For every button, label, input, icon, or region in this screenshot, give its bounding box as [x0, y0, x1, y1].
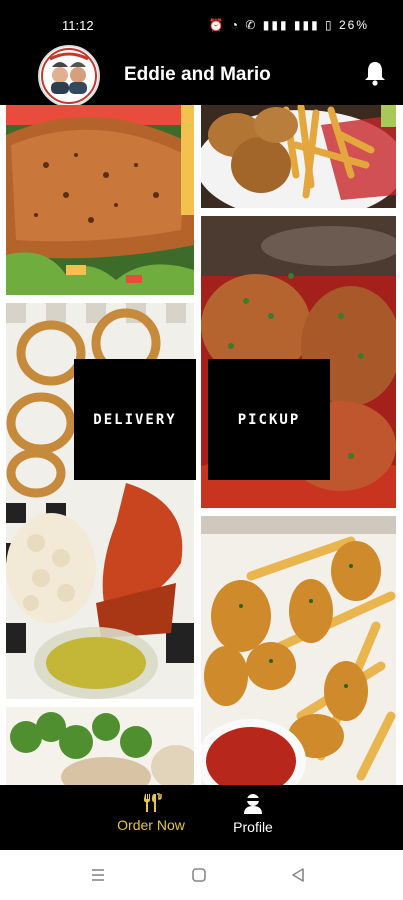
delivery-label: DELIVERY: [93, 411, 177, 428]
pickup-button[interactable]: PICKUP: [208, 359, 330, 480]
profile-label: Profile: [233, 819, 273, 835]
food-image-salmon: [6, 105, 194, 295]
food-image-nuggets-fries: [201, 516, 396, 785]
delivery-button[interactable]: DELIVERY: [74, 359, 196, 480]
system-navigation-bar: [0, 850, 403, 900]
order-now-label: Order Now: [117, 817, 185, 833]
app-header: Eddie and Mario: [0, 45, 403, 107]
status-bar: 11:12 ⏰ ◔ ✆ ▮▮▮ ▮▮▮ ▯ 26%: [0, 0, 403, 50]
status-time: 11:12: [62, 18, 94, 33]
page-title: Eddie and Mario: [124, 64, 271, 85]
cutlery-icon: [144, 793, 162, 812]
restaurant-logo[interactable]: [38, 45, 100, 107]
home-icon[interactable]: [191, 867, 207, 883]
back-icon[interactable]: [290, 867, 306, 883]
food-image-wings-fries: [201, 105, 396, 208]
profile-icon: [244, 794, 262, 814]
food-image-broccoli: [6, 707, 194, 785]
bottom-navigation: Order Now Profile: [0, 785, 403, 850]
battery-level: 26%: [338, 18, 369, 32]
recent-apps-icon[interactable]: [90, 867, 106, 883]
nav-order-now[interactable]: Order Now: [108, 793, 194, 833]
status-icons: ⏰ ◔ ✆ ▮▮▮ ▮▮▮ ▯ 26%: [208, 18, 369, 32]
pickup-label: PICKUP: [237, 411, 301, 428]
bell-icon[interactable]: [363, 60, 387, 86]
food-grid: DELIVERY PICKUP: [0, 105, 403, 785]
nav-profile[interactable]: Profile: [224, 793, 282, 835]
